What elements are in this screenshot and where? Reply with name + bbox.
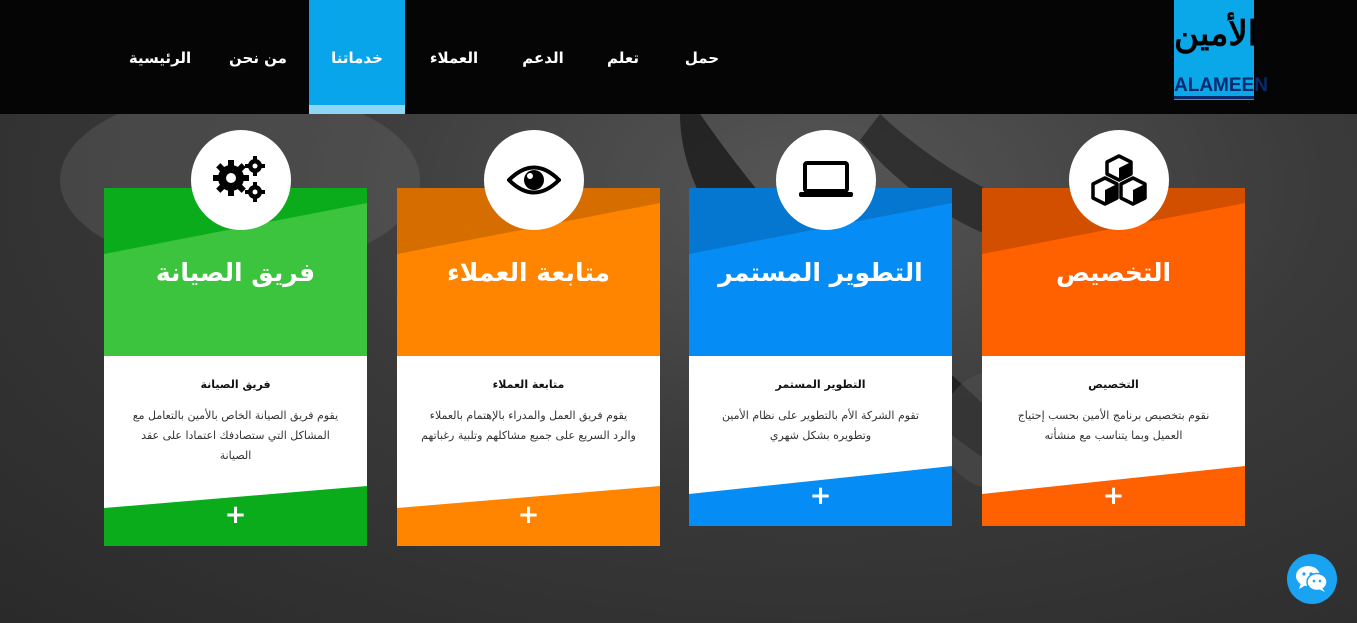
card-subtitle: التخصيص — [1088, 378, 1139, 391]
nav-item-learn[interactable]: تعلم — [590, 0, 656, 114]
nav-item-download[interactable]: حمل — [666, 0, 738, 114]
gears-icon — [213, 156, 265, 202]
card-description: نقوم بتخصيص برنامج الأمين بحسب إحتياج ال… — [1017, 409, 1210, 442]
eye-icon-badge — [484, 130, 584, 230]
card-title: فريق الصيانة — [155, 258, 316, 287]
cubes-icon-badge — [1069, 130, 1169, 230]
card-subtitle: فريق الصيانة — [200, 378, 271, 391]
nav-item-about[interactable]: من نحن — [215, 0, 301, 114]
laptop-icon-badge — [776, 130, 876, 230]
card-subtitle: التطوير المستمر — [775, 378, 866, 391]
card-subtitle: متابعة العملاء — [492, 378, 565, 391]
service-card-customization: التخصيص التخصيص نقوم بتخصيص برنامج الأمي… — [982, 188, 1245, 526]
expand-button[interactable]: + — [104, 502, 367, 528]
card-description: يقوم فريق الصيانة الخاص بالأمين بالتعامل… — [132, 409, 339, 462]
expand-button[interactable]: + — [689, 483, 952, 509]
card-description: يقوم فريق العمل والمدراء بالإهتمام بالعم… — [421, 409, 636, 442]
gears-icon-badge — [191, 130, 291, 230]
service-card-client-followup: متابعة العملاء متابعة العملاء يقوم فريق … — [397, 188, 660, 546]
nav-item-home[interactable]: الرئيسية — [110, 0, 210, 114]
nav-item-support[interactable]: الدعم — [505, 0, 581, 114]
card-title: التطوير المستمر — [718, 258, 923, 287]
eye-icon — [507, 165, 561, 195]
cubes-icon — [1091, 154, 1147, 206]
brand-logo[interactable]: الأمين ALAMEEN — [1174, 0, 1268, 100]
wechat-icon — [1296, 566, 1328, 592]
expand-button[interactable]: + — [982, 483, 1245, 509]
nav-item-clients[interactable]: العملاء — [412, 0, 496, 114]
card-title: متابعة العملاء — [446, 258, 611, 287]
nav-item-services[interactable]: خدماتنا — [309, 0, 405, 114]
chat-button[interactable] — [1287, 554, 1337, 604]
service-card-development: التطوير المستمر التطوير المستمر تقوم الش… — [689, 188, 952, 526]
card-title: التخصيص — [1055, 258, 1172, 287]
laptop-icon — [799, 161, 853, 197]
logo-latin-text: ALAMEEN — [1174, 75, 1268, 96]
logo-arabic-text: الأمين — [1174, 14, 1258, 54]
card-description: تقوم الشركة الأم بالتطوير على نظام الأمي… — [721, 409, 920, 442]
service-card-maintenance: فريق الصيانة فريق الصيانة يقوم فريق الصي… — [104, 188, 367, 546]
top-navbar: حمل تعلم الدعم العملاء خدماتنا من نحن ال… — [0, 0, 1357, 114]
expand-button[interactable]: + — [397, 502, 660, 528]
